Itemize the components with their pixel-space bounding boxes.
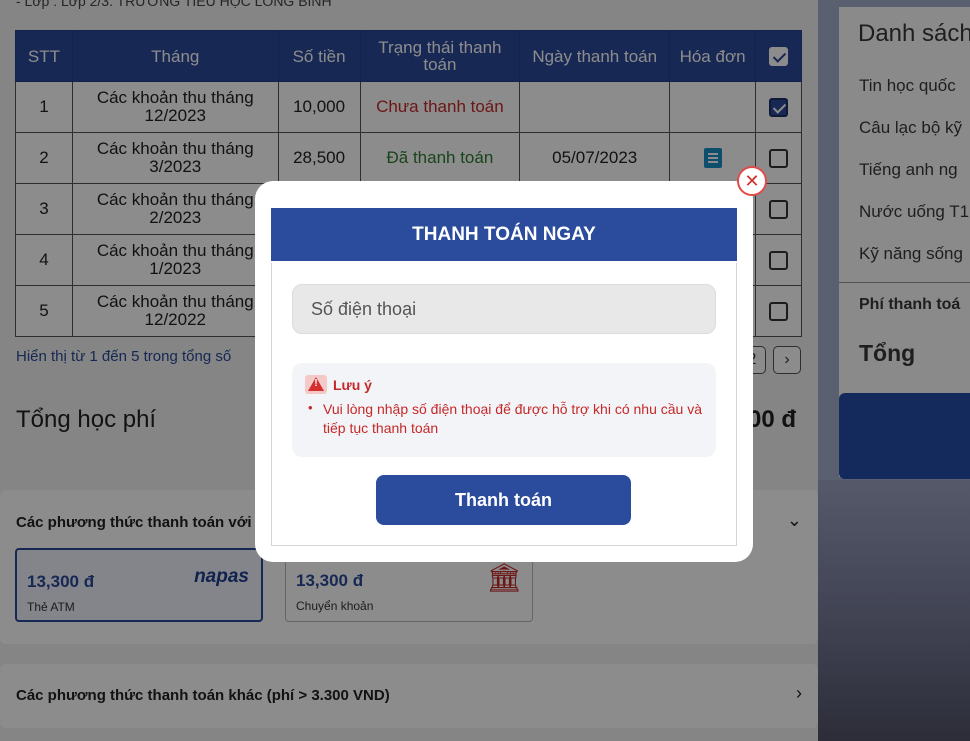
payment-modal: THANH TOÁN NGAY Lưu ý • Vui lòng nhập số… (255, 181, 753, 562)
modal-body: Lưu ý • Vui lòng nhập số điện thoại để đ… (271, 263, 737, 546)
note-bullet: • (308, 400, 313, 415)
note-text: Vui lòng nhập số điện thoại để được hỗ t… (323, 401, 703, 436)
warning-icon (305, 375, 327, 394)
pay-now-button[interactable]: Thanh toán (376, 475, 631, 525)
phone-number-input[interactable] (292, 284, 716, 334)
modal-header: THANH TOÁN NGAY (271, 208, 737, 261)
sidebar-item: Kỹ năng sống (859, 244, 963, 263)
order-sidebar: Danh sách Tin học quốc Câu lạc bộ kỹ Tiế… (818, 0, 970, 741)
sidebar-total-label: Tổng (859, 340, 916, 366)
sidebar-divider (839, 282, 970, 283)
sidebar-fee-label: Phí thanh toá (859, 296, 961, 313)
modal-title: THANH TOÁN NGAY (412, 224, 596, 245)
sidebar-title: Danh sách (858, 20, 970, 47)
sidebar-item: Nước uống T1 (859, 202, 970, 221)
sidebar-item: Câu lạc bộ kỹ (859, 118, 962, 137)
sidebar-item: Tiếng anh ng (859, 160, 958, 179)
background-photo (818, 480, 970, 741)
sidebar-item: Tin học quốc (859, 76, 956, 95)
note-box: Lưu ý • Vui lòng nhập số điện thoại để đ… (292, 363, 716, 457)
sidebar-pay-button[interactable] (839, 393, 970, 479)
close-icon[interactable]: ✕ (737, 166, 767, 196)
note-title: Lưu ý (333, 377, 372, 393)
